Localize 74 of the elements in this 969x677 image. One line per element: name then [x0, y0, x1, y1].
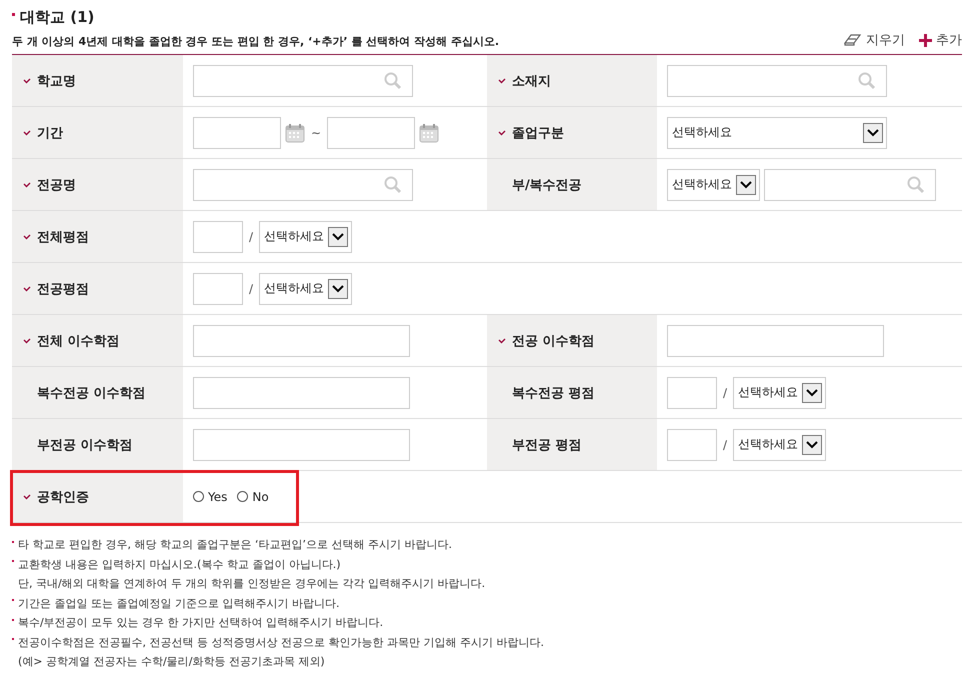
slash-separator: /	[249, 230, 254, 244]
required-check-icon	[23, 130, 31, 136]
score-field[interactable]	[667, 376, 717, 408]
note-text: 복수/부전공이 모두 있는 경우 한 가지만 선택하여 입력해주시기 바랍니다.	[18, 615, 384, 630]
slash-separator: /	[723, 438, 728, 452]
required-check-icon	[23, 182, 31, 188]
range-separator: ~	[311, 126, 322, 140]
text-field[interactable]	[193, 324, 410, 356]
note-text: 단, 국내/해외 대학을 연계하여 두 개의 학위를 인정받은 경우에는 각각 입력해주시기 바랍니다.	[18, 576, 486, 592]
field-label: 부전공 평점	[512, 436, 582, 454]
field-label: 전체 이수학점	[37, 332, 120, 350]
score-field[interactable]	[667, 428, 717, 460]
calendar-icon[interactable]	[419, 122, 440, 142]
search-icon	[384, 176, 402, 194]
slash-separator: /	[249, 282, 254, 296]
text-field[interactable]	[667, 324, 884, 356]
search-field[interactable]	[764, 168, 936, 200]
select-dropdown[interactable]: 선택하세요	[259, 220, 352, 252]
field-label: 복수전공 이수학점	[37, 384, 146, 402]
field-label: 전공평점	[37, 280, 89, 298]
required-check-icon	[498, 130, 506, 136]
radio-button[interactable]	[237, 491, 248, 502]
calendar-icon[interactable]	[285, 122, 305, 142]
required-check-icon	[23, 286, 31, 292]
select-dropdown[interactable]: 선택하세요	[733, 376, 826, 408]
score-field[interactable]	[193, 220, 243, 252]
search-icon	[907, 176, 925, 194]
section-title: 대학교 (1)	[20, 8, 94, 27]
add-link[interactable]: 추가	[919, 31, 962, 49]
note-text: 전공이수학점은 전공필수, 전공선택 등 성적증명서상 전공으로 확인가능한 과목만 기입해 주시기 바랍니다.	[18, 634, 544, 650]
field-label: 기간	[37, 124, 63, 142]
text-field[interactable]	[193, 376, 410, 408]
search-icon	[858, 72, 876, 90]
slash-separator: /	[723, 386, 728, 400]
search-field[interactable]	[193, 64, 413, 96]
required-check-icon	[23, 494, 31, 500]
select-dropdown[interactable]: 선택하세요	[259, 272, 352, 304]
radio-button[interactable]	[193, 491, 204, 502]
clear-link[interactable]: 지우기	[844, 31, 905, 49]
required-check-icon	[23, 234, 31, 240]
eraser-icon	[844, 33, 862, 47]
required-check-icon	[23, 78, 31, 84]
select-dropdown[interactable]: 선택하세요	[733, 428, 826, 460]
search-field[interactable]	[193, 168, 413, 200]
plus-icon	[919, 34, 932, 46]
field-label: 부/복수전공	[512, 176, 582, 194]
field-label: 학교명	[37, 72, 76, 90]
section-description: 두 개 이상의 4년제 대학을 졸업한 경우 또는 편입 한 경우, ‘+추가’ 를 선택하여 작성해 주십시오.	[12, 34, 500, 49]
field-label: 소재지	[512, 72, 551, 90]
required-check-icon	[498, 78, 506, 84]
field-label: 복수전공 평점	[512, 384, 595, 402]
date-field[interactable]	[193, 116, 281, 148]
required-check-icon	[23, 338, 31, 344]
required-check-icon	[498, 338, 506, 344]
search-field[interactable]	[667, 64, 887, 96]
field-label: 공학인증	[37, 488, 89, 506]
search-icon	[384, 72, 402, 90]
date-field[interactable]	[327, 116, 416, 148]
note-text: 타 학교로 편입한 경우, 해당 학교의 졸업구분은 ‘타교편입’으로 선택해 주시기 바랍니다.	[18, 537, 452, 552]
note-text: 교환학생 내용은 입력하지 마십시오.(복수 학교 졸업이 아닙니다.)	[18, 556, 341, 572]
text-field[interactable]	[193, 428, 410, 460]
note-text: 기간은 졸업일 또는 졸업예정일 기준으로 입력해주시기 바랍니다.	[18, 596, 340, 611]
score-field[interactable]	[193, 272, 243, 304]
select-dropdown[interactable]: 선택하세요	[667, 168, 760, 200]
field-label: 전공명	[37, 176, 76, 194]
radio-option[interactable]: No	[237, 490, 269, 504]
note-text: (예> 공학계열 전공자는 수학/물리/화학등 전공기초과목 제외)	[18, 654, 325, 670]
bullet-icon	[12, 13, 15, 16]
radio-option[interactable]: Yes	[193, 490, 228, 504]
field-label: 부전공 이수학점	[37, 436, 133, 454]
field-label: 전체평점	[37, 228, 89, 246]
field-label: 졸업구분	[512, 124, 564, 142]
field-label: 전공 이수학점	[512, 332, 595, 350]
select-dropdown[interactable]: 선택하세요	[667, 116, 887, 148]
